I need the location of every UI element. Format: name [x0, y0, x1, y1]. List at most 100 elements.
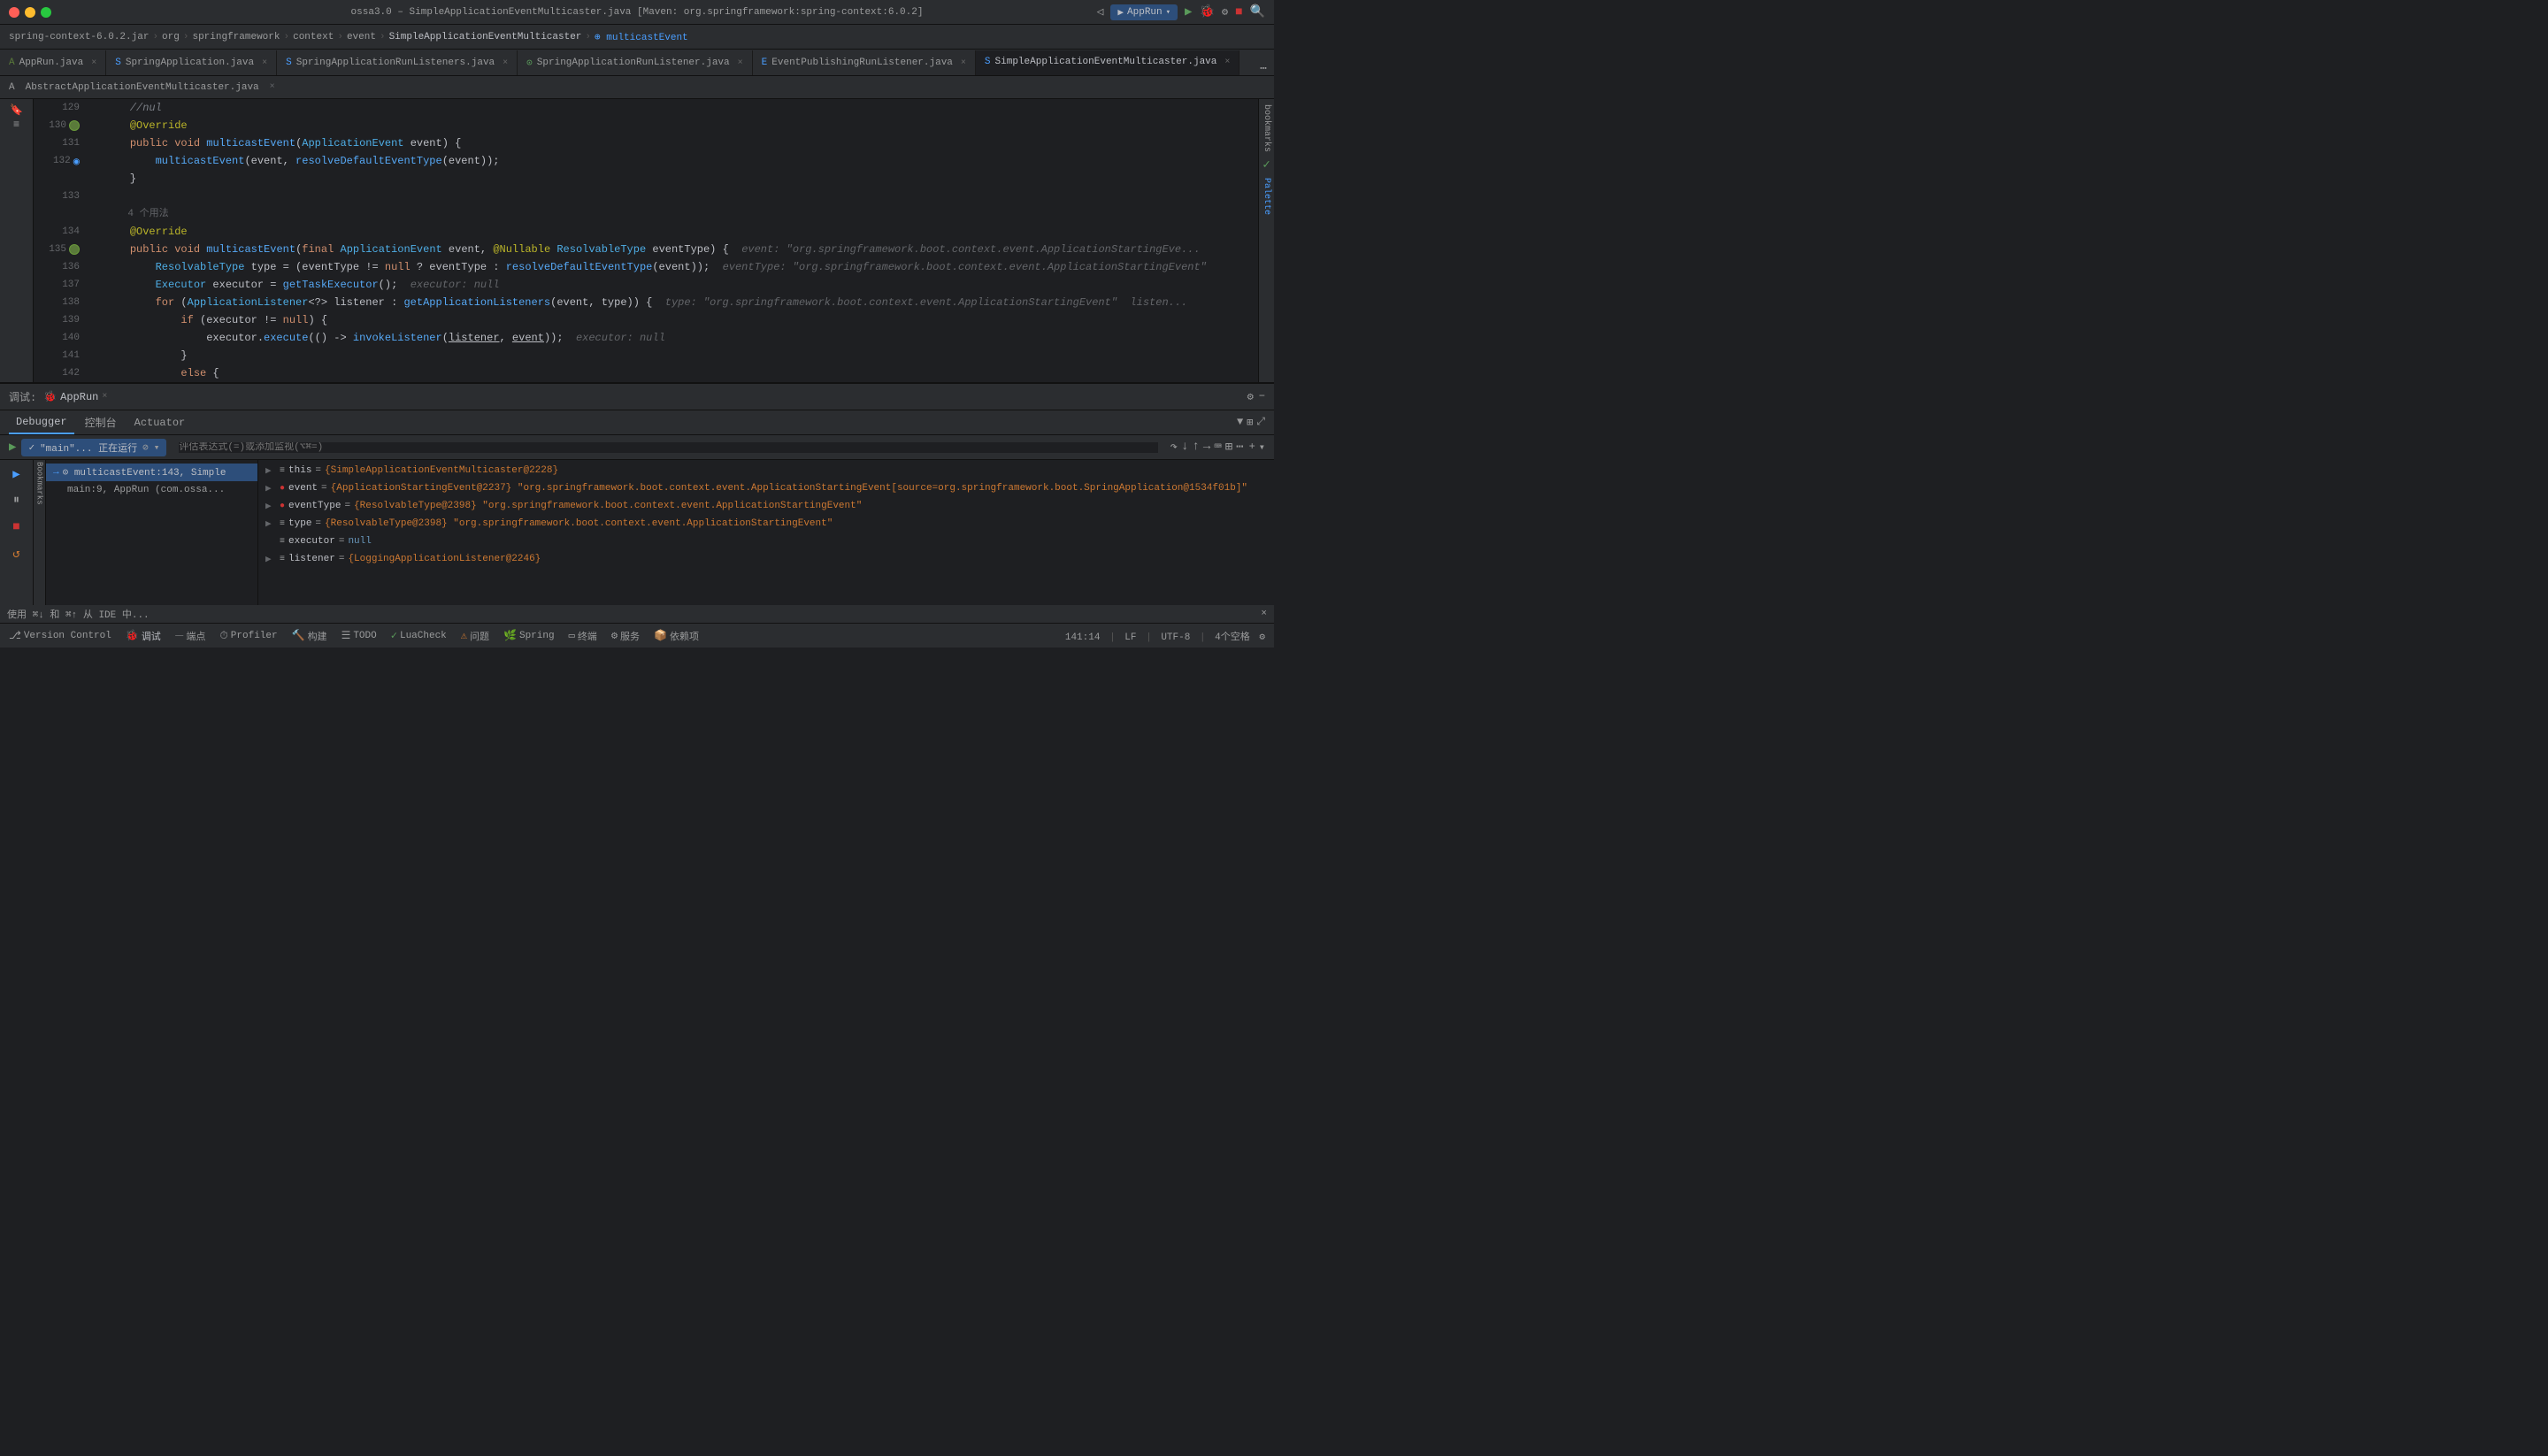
- tab-apprun[interactable]: A AppRun.java ×: [0, 50, 106, 75]
- tab-springapplicationrunlistener[interactable]: ⊙ SpringApplicationRunListener.java ×: [518, 50, 752, 75]
- var-eventtype[interactable]: ▶ ● eventType = {ResolvableType@2398} "o…: [258, 497, 1274, 515]
- layout-icon[interactable]: ⊞: [1247, 416, 1253, 429]
- editor-tabs: A AppRun.java × S SpringApplication.java…: [0, 50, 1274, 76]
- structure-icon[interactable]: ≡: [13, 119, 19, 131]
- breadcrumb-item-3[interactable]: context: [293, 32, 334, 42]
- tab-close-simpleapplicationeventmulticaster[interactable]: ×: [1224, 57, 1230, 67]
- spring-icon: 🌿: [503, 629, 517, 642]
- console-tab[interactable]: 控制台: [78, 411, 124, 434]
- debug-item[interactable]: 🐞 调试: [126, 629, 161, 643]
- resume-icon[interactable]: ▶: [9, 440, 16, 455]
- status-message-close[interactable]: ×: [1261, 609, 1267, 619]
- minimize-button[interactable]: [25, 7, 35, 18]
- more-actions-icon[interactable]: ⚙: [1222, 5, 1228, 19]
- restart-sidebar-icon[interactable]: ↺: [6, 543, 27, 564]
- run-config-button[interactable]: ▶ AppRun ▾: [1110, 4, 1178, 20]
- code-editor[interactable]: 129 //nul 130 @Override 131 public void …: [34, 99, 1258, 382]
- close-debug-button[interactable]: ×: [102, 392, 107, 402]
- breadcrumb-item-5[interactable]: SimpleApplicationEventMulticaster: [389, 32, 582, 42]
- tab-springapplicationrunlisteners[interactable]: S SpringApplicationRunListeners.java ×: [277, 50, 518, 75]
- expand-icon[interactable]: ⤢: [1256, 416, 1265, 429]
- close-button[interactable]: [9, 7, 19, 18]
- step-into-icon[interactable]: ↓: [1181, 440, 1188, 455]
- filter-icon[interactable]: ▼: [1237, 416, 1243, 429]
- expand-listener[interactable]: ▶: [265, 553, 276, 565]
- line-gutter-usages: [34, 205, 87, 223]
- expand-eventtype[interactable]: ▶: [265, 500, 276, 512]
- more-debug-icon[interactable]: ⋯: [1236, 440, 1243, 455]
- var-icon-event: ●: [280, 484, 285, 494]
- tabs-overflow[interactable]: ⋯: [1253, 62, 1274, 75]
- debugger-tab[interactable]: Debugger: [9, 411, 74, 434]
- nav-back-icon[interactable]: ◁: [1097, 5, 1104, 19]
- settings-icon[interactable]: ⚙: [1247, 390, 1254, 403]
- breadcrumb-item-4[interactable]: event: [347, 32, 376, 42]
- var-listener[interactable]: ▶ ≡ listener = {LoggingApplicationListen…: [258, 550, 1274, 568]
- services-icon: ⚙: [611, 629, 618, 642]
- subtab-abstractapplication[interactable]: AbstractApplicationEventMulticaster.java: [19, 77, 266, 98]
- window-controls[interactable]: [9, 7, 51, 18]
- minimize-debug-icon[interactable]: −: [1259, 390, 1265, 403]
- endpoints-item[interactable]: ⏤ 端点: [175, 629, 206, 643]
- step-out-icon[interactable]: ↑: [1192, 440, 1199, 455]
- run-to-cursor-icon[interactable]: →: [1203, 440, 1210, 455]
- services-item[interactable]: ⚙ 服务: [611, 629, 640, 643]
- settings-right-icon[interactable]: ⚙: [1259, 632, 1265, 643]
- dependencies-item[interactable]: 📦 依赖项: [654, 629, 699, 643]
- tab-close-eventpublishingrunlistener[interactable]: ×: [961, 58, 966, 68]
- play-icon[interactable]: ▶: [1185, 4, 1192, 19]
- filter-thread-icon[interactable]: ⊘: [142, 441, 149, 454]
- frame-item-1[interactable]: main:9, AppRun (com.ossa...: [46, 481, 257, 499]
- breadcrumb-item-0[interactable]: spring-context-6.0.2.jar: [9, 32, 149, 42]
- table-view-icon[interactable]: ⊞: [1225, 440, 1232, 455]
- tab-close-springapplicationrunlisteners[interactable]: ×: [503, 58, 508, 68]
- line-gutter-139: 139: [34, 311, 87, 329]
- problems-item[interactable]: ⚠ 问题: [461, 629, 489, 643]
- evaluate-icon[interactable]: ⌨: [1214, 440, 1221, 455]
- spring-label: Spring: [519, 631, 555, 641]
- eval-input-area[interactable]: [172, 442, 1164, 453]
- stop-icon[interactable]: ■: [1235, 5, 1242, 19]
- search-icon[interactable]: 🔍: [1250, 4, 1265, 19]
- eval-input[interactable]: [179, 442, 1157, 453]
- resume-sidebar-icon[interactable]: ▶: [6, 464, 27, 485]
- step-over-icon[interactable]: ↷: [1170, 440, 1178, 455]
- tab-close-springapplication[interactable]: ×: [262, 58, 267, 68]
- add-watch-icon[interactable]: +: [1249, 441, 1255, 454]
- build-item[interactable]: 🔨 构建: [292, 629, 327, 643]
- todo-item[interactable]: ☰ TODO: [342, 629, 377, 642]
- watches-dropdown[interactable]: ▾: [1259, 441, 1265, 454]
- tab-simpleapplicationeventmulticaster[interactable]: S SimpleApplicationEventMulticaster.java…: [976, 50, 1239, 75]
- pause-sidebar-icon[interactable]: ⏸: [6, 490, 27, 511]
- breadcrumb-item-6[interactable]: ⊕ multicastEvent: [595, 31, 688, 43]
- expand-event[interactable]: ▶: [265, 482, 276, 494]
- subtab-close[interactable]: ×: [270, 82, 275, 92]
- stop-sidebar-icon[interactable]: ■: [6, 517, 27, 538]
- code-line-132b: }: [34, 170, 1258, 188]
- breadcrumb-item-1[interactable]: org: [162, 32, 180, 42]
- breadcrumb-item-2[interactable]: springframework: [192, 32, 280, 42]
- profiler-item[interactable]: ⏱ Profiler: [219, 630, 277, 642]
- luacheck-item[interactable]: ✓ LuaCheck: [391, 629, 447, 642]
- tab-close-apprun[interactable]: ×: [91, 58, 96, 68]
- var-type[interactable]: ▶ ≡ type = {ResolvableType@2398} "org.sp…: [258, 515, 1274, 533]
- thread-dropdown[interactable]: ▾: [154, 441, 160, 454]
- expand-this[interactable]: ▶: [265, 464, 276, 477]
- terminal-label: 终端: [578, 629, 597, 643]
- terminal-item[interactable]: ▭ 终端: [569, 629, 597, 643]
- var-event[interactable]: ▶ ● event = {ApplicationStartingEvent@22…: [258, 479, 1274, 497]
- tab-springapplication[interactable]: S SpringApplication.java ×: [106, 50, 277, 75]
- spring-item[interactable]: 🌿 Spring: [503, 629, 555, 642]
- frame-item-0[interactable]: → ⊙ multicastEvent:143, Simple: [46, 464, 257, 481]
- actuator-tab[interactable]: Actuator: [127, 411, 193, 434]
- bookmark-icon[interactable]: 🔖: [10, 103, 23, 117]
- var-icon-executor: ≡: [280, 537, 285, 547]
- var-this[interactable]: ▶ ≡ this = {SimpleApplicationEventMultic…: [258, 462, 1274, 479]
- version-control-item[interactable]: ⎇ Version Control: [9, 629, 111, 642]
- tab-eventpublishingrunlistener[interactable]: E EventPublishingRunListener.java ×: [753, 50, 976, 75]
- expand-type[interactable]: ▶: [265, 517, 276, 530]
- maximize-button[interactable]: [41, 7, 51, 18]
- var-executor[interactable]: ▶ ≡ executor = null: [258, 533, 1274, 550]
- debug-run-icon[interactable]: 🐞: [1199, 4, 1214, 19]
- tab-close-springapplicationrunlistener[interactable]: ×: [738, 58, 743, 68]
